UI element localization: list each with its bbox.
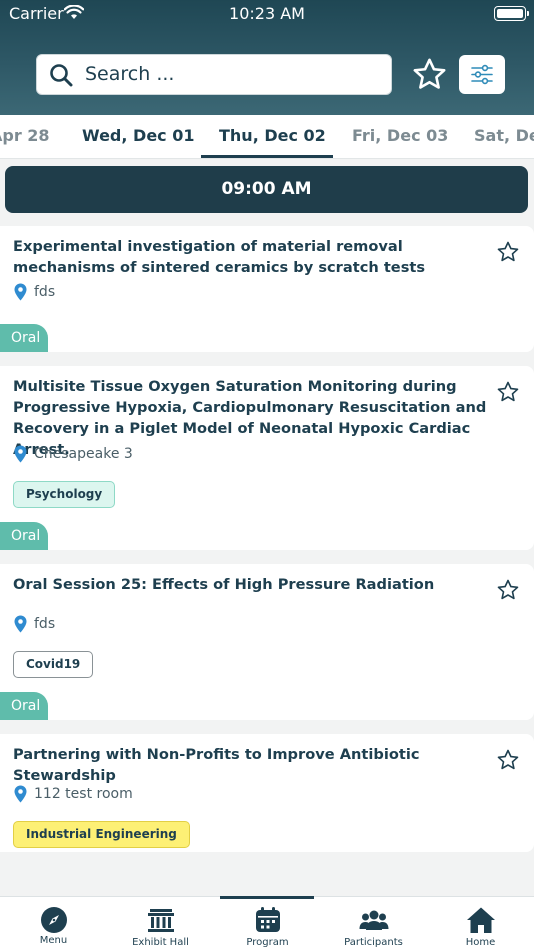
calendar-icon <box>214 906 321 934</box>
clock: 10:23 AM <box>229 4 305 23</box>
session-format-badge: Oral <box>0 692 48 720</box>
nav-item-participants[interactable]: Participants <box>320 897 427 950</box>
topic-tag[interactable]: Psychology <box>13 481 116 508</box>
status-bar: Carrier 10:23 AM <box>0 0 534 28</box>
location-text: Chesapeake 3 <box>34 446 133 462</box>
session-card[interactable]: Multisite Tissue Oxygen Saturation Monit… <box>0 366 534 550</box>
nav-item-program[interactable]: Program <box>214 897 321 950</box>
date-tab[interactable]: Sat, Dec 04 <box>474 126 534 145</box>
location-text: 112 test room <box>34 786 133 802</box>
sliders-icon <box>471 64 493 85</box>
date-tab[interactable]: Wed, Dec 01 <box>82 126 194 145</box>
nav-label: Menu <box>39 935 68 946</box>
session-format-badge: Oral <box>0 522 48 550</box>
topic-tag[interactable]: Industrial Engineering <box>13 821 190 848</box>
date-tabs: Apr 28 Wed, Dec 01 Thu, Dec 02 Fri, Dec … <box>0 115 534 159</box>
session-title: Oral Session 25: Effects of High Pressur… <box>13 576 435 593</box>
star-icon[interactable] <box>496 240 520 268</box>
nav-label: Program <box>246 937 289 948</box>
star-icon[interactable] <box>496 380 520 408</box>
date-tab[interactable]: Fri, Dec 03 <box>352 126 448 145</box>
home-icon <box>427 906 534 934</box>
time-slot-header: 09:00 AM <box>5 166 528 213</box>
filter-button[interactable] <box>459 55 505 94</box>
location-pin-icon <box>14 615 27 633</box>
location-pin-icon <box>14 283 27 301</box>
session-location: Chesapeake 3 <box>14 445 133 463</box>
session-location: 112 test room <box>14 785 133 803</box>
nav-item-exhibit-hall[interactable]: Exhibit Hall <box>107 897 214 950</box>
star-icon[interactable] <box>496 748 520 776</box>
session-card[interactable]: Experimental investigation of material r… <box>0 226 534 352</box>
search-bar[interactable] <box>36 54 392 95</box>
header: Carrier 10:23 AM <box>0 0 534 115</box>
topic-tag[interactable]: Covid19 <box>13 651 94 678</box>
search-icon <box>49 63 73 91</box>
nav-item-home[interactable]: Home <box>427 897 534 950</box>
session-title: Experimental investigation of material r… <box>13 238 426 276</box>
session-card[interactable]: Oral Session 25: Effects of High Pressur… <box>0 564 534 720</box>
active-tab-indicator <box>201 155 333 158</box>
session-card[interactable]: Partnering with Non-Profits to Improve A… <box>0 734 534 852</box>
star-icon[interactable] <box>496 578 520 606</box>
compass-icon <box>0 906 107 934</box>
nav-label: Exhibit Hall <box>132 937 189 948</box>
date-tab[interactable]: Apr 28 <box>0 126 50 145</box>
nav-label: Home <box>465 937 496 948</box>
bottom-navigation: Menu Exhibit Hall Program Participants H… <box>0 896 534 950</box>
location-text: fds <box>34 284 56 300</box>
session-format-badge: Oral <box>0 324 48 352</box>
location-text: fds <box>34 616 56 632</box>
building-icon <box>107 906 214 934</box>
location-pin-icon <box>14 445 27 463</box>
nav-label: Participants <box>344 937 403 948</box>
nav-item-menu[interactable]: Menu <box>0 897 107 950</box>
favorites-star-icon[interactable] <box>411 56 448 97</box>
session-location: fds <box>14 283 55 301</box>
battery-icon <box>494 6 529 21</box>
location-pin-icon <box>14 785 27 803</box>
search-input[interactable] <box>85 60 375 88</box>
session-location: fds <box>14 615 55 633</box>
date-tab-active[interactable]: Thu, Dec 02 <box>219 126 326 145</box>
people-icon <box>320 906 427 934</box>
session-title: Partnering with Non-Profits to Improve A… <box>13 746 420 784</box>
